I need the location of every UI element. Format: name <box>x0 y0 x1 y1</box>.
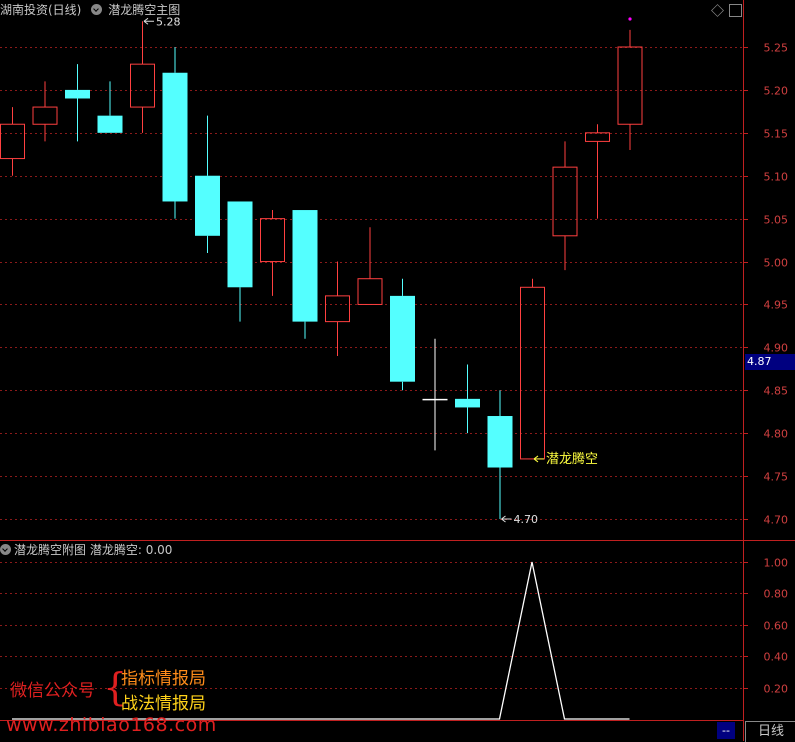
candle-body <box>292 210 318 322</box>
candle-body <box>390 295 415 382</box>
candle <box>0 107 25 176</box>
candle-body <box>357 278 383 305</box>
window-icon[interactable] <box>729 4 742 17</box>
candle <box>390 278 415 391</box>
candle <box>130 21 155 133</box>
price-tick-label: 5.05 <box>764 214 789 227</box>
price-tick-label: 5.15 <box>764 128 789 141</box>
price-tick-label: 4.70 <box>764 514 789 527</box>
candle <box>65 64 90 142</box>
main-indicator-name[interactable]: 潜龙腾空主图 <box>108 3 180 17</box>
chevron-down-icon[interactable] <box>91 4 103 15</box>
current-price-badge: 4.87 <box>745 354 795 370</box>
candle-body <box>195 175 220 236</box>
candle-body <box>617 46 643 125</box>
candle-body <box>487 416 513 468</box>
sub-indicator-name[interactable]: 潜龙腾空附图 <box>14 543 86 557</box>
price-tick-label: 5.00 <box>764 257 789 270</box>
price-tick-label: 5.25 <box>764 42 789 55</box>
candle <box>227 201 253 322</box>
candle-body <box>585 132 610 142</box>
chart-canvas: 5.25 5.20 5.15 5.10 5.05 5.00 4.95 4.90 4.85 4.80… <box>0 0 795 741</box>
price-tick-label: 4.95 <box>764 299 789 312</box>
watermark-line1: 指标情报局 <box>121 669 206 689</box>
candle <box>520 278 545 460</box>
main-title-bar: 湖南投资(日线) 潜龙腾空主图 <box>0 0 186 20</box>
annotation-label: 4.70 <box>514 513 539 526</box>
watermark-site: www.zhibiao168.com <box>6 714 217 736</box>
stock-name: 湖南投资(日线) <box>0 3 82 17</box>
candle <box>292 210 318 339</box>
candle <box>195 115 220 253</box>
price-tick-label: 4.85 <box>764 385 789 398</box>
candle-body <box>65 89 90 99</box>
candle <box>487 390 513 519</box>
price-tick-label: 5.20 <box>764 85 789 98</box>
candle <box>357 227 383 305</box>
period-tab[interactable]: 日线 <box>745 721 795 742</box>
candle-body <box>422 398 448 401</box>
annotation-label: 潜龙腾空 <box>546 451 598 467</box>
price-tick-label: 4.75 <box>764 471 789 484</box>
sub-tick-label: 0.40 <box>764 651 789 664</box>
sub-title-bar: 潜龙腾空附图 潜龙腾空: 0.00 <box>0 541 172 559</box>
candle <box>260 210 285 296</box>
candle-body <box>260 218 285 263</box>
candle <box>455 364 480 434</box>
candle-body <box>325 295 350 323</box>
scroll-dash-button[interactable]: -- <box>717 722 735 739</box>
top-marker-dot <box>628 17 632 21</box>
candle <box>325 261 350 356</box>
chevron-down-icon[interactable] <box>0 544 11 555</box>
price-tick-label: 4.80 <box>764 428 789 441</box>
candle-body <box>32 106 58 125</box>
candle <box>585 124 610 219</box>
candle-body <box>130 63 155 108</box>
price-tick-label: 5.10 <box>764 171 789 184</box>
candle <box>162 47 188 219</box>
sub-tick-label: 1.00 <box>764 557 789 570</box>
candle <box>552 141 578 271</box>
candle-body <box>0 123 25 160</box>
candle-body <box>97 115 123 133</box>
sub-tick-label: 0.20 <box>764 683 789 696</box>
watermark-wechat: 微信公众号 <box>10 681 95 701</box>
candle-body <box>552 166 578 237</box>
candle-body <box>227 201 253 288</box>
sub-tick-label: 0.60 <box>764 620 789 633</box>
candle-body <box>455 398 480 408</box>
sub-series-value: 潜龙腾空: 0.00 <box>89 543 173 557</box>
candle <box>97 81 123 133</box>
sub-tick-label: 0.80 <box>764 588 789 601</box>
candle-body <box>162 72 188 202</box>
price-tick-label: 4.90 <box>764 342 789 355</box>
watermark-line2: 战法情报局 <box>121 694 206 714</box>
